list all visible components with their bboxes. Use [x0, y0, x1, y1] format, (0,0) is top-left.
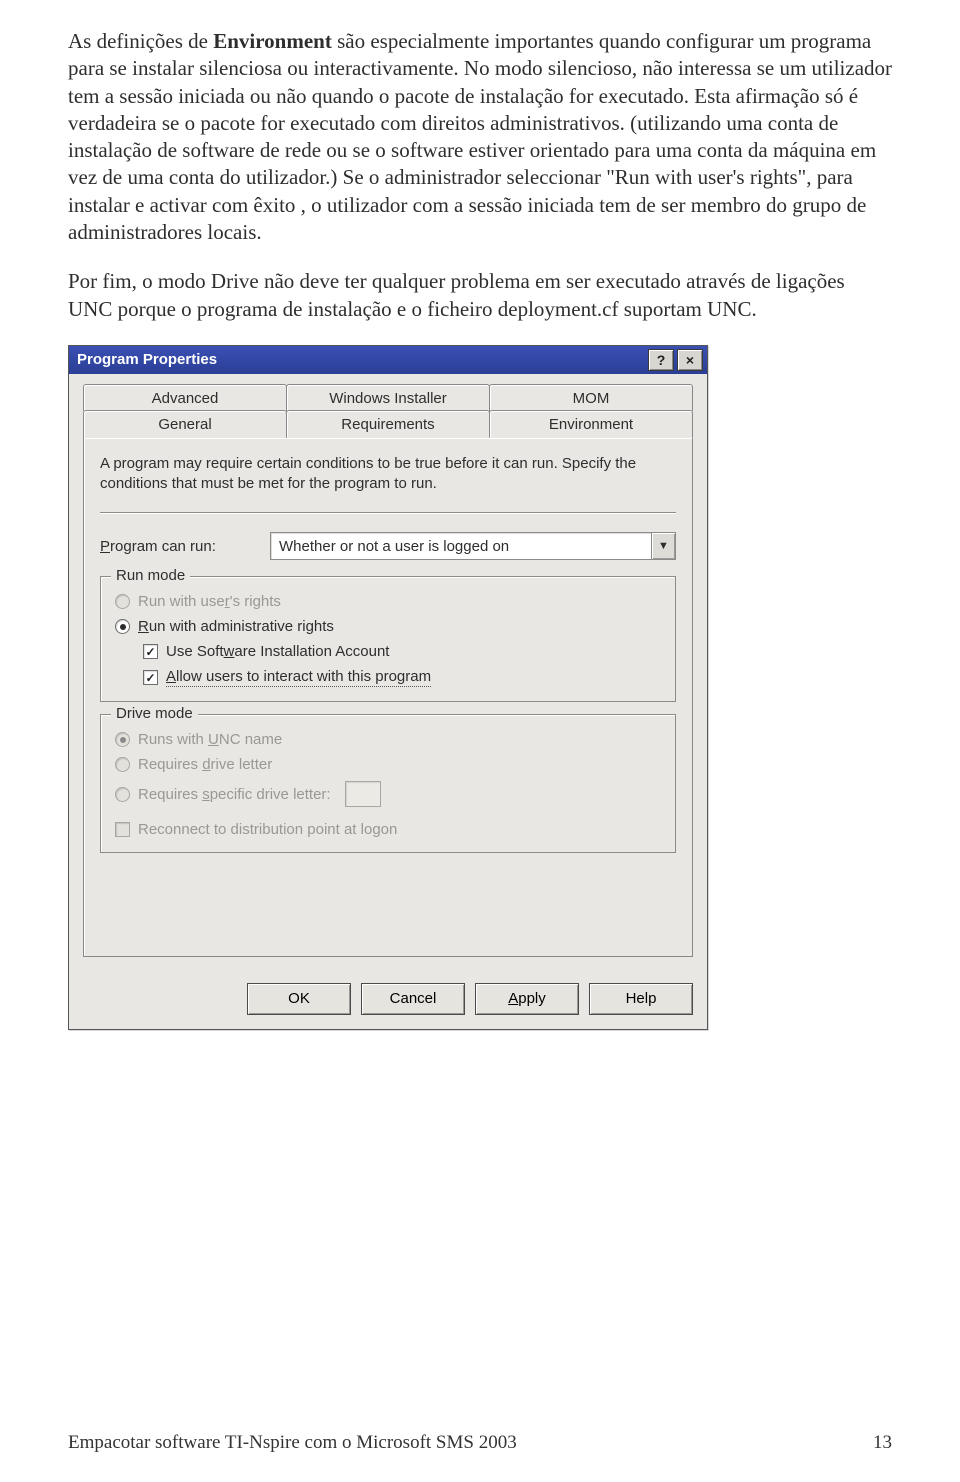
close-icon[interactable]: ×: [677, 349, 703, 371]
program-can-run-value: Whether or not a user is logged on: [271, 538, 651, 555]
radio-icon: [115, 732, 130, 747]
tab-mom[interactable]: MOM: [489, 384, 693, 411]
help-button[interactable]: Help: [589, 983, 693, 1015]
check-software-account-label: Use Software Installation Account: [166, 643, 389, 660]
paragraph-2: Por fim, o modo Drive não deve ter qualq…: [68, 268, 892, 323]
check-allow-interact-label: Allow users to interact with this progra…: [166, 668, 431, 687]
cancel-button[interactable]: Cancel: [361, 983, 465, 1015]
ok-button[interactable]: OK: [247, 983, 351, 1015]
radio-drive-letter-label: Requires drive letter: [138, 756, 272, 773]
tab-environment[interactable]: Environment: [489, 410, 693, 438]
run-mode-legend: Run mode: [111, 567, 190, 584]
para1-c: são especialmente importantes quando con…: [68, 29, 892, 244]
footer-page-number: 13: [873, 1432, 892, 1454]
checkbox-icon: [115, 822, 130, 837]
radio-admin-rights-label: Run with administrative rights: [138, 618, 334, 635]
radio-drive-letter: Requires drive letter: [115, 752, 661, 777]
tab-description: A program may require certain conditions…: [100, 454, 676, 495]
drive-mode-group: Drive mode Runs with UNC name Requires d…: [100, 714, 676, 853]
footer-left: Empacotar software TI-Nspire com o Micro…: [68, 1432, 517, 1454]
radio-user-rights: Run with user's rights: [115, 589, 661, 614]
radio-unc-label: Runs with UNC name: [138, 731, 282, 748]
run-mode-group: Run mode Run with user's rights Run with…: [100, 576, 676, 702]
check-reconnect-label: Reconnect to distribution point at logon: [138, 821, 397, 838]
drive-letter-input: [345, 781, 381, 807]
para1-bold: Environment: [213, 29, 332, 53]
checkbox-icon: ✓: [143, 670, 158, 685]
program-can-run-select[interactable]: Whether or not a user is logged on ▼: [270, 532, 676, 560]
dialog-title: Program Properties: [77, 351, 217, 368]
dropdown-icon[interactable]: ▼: [651, 533, 675, 559]
dialog-button-bar: OK Cancel Apply Help: [69, 971, 707, 1029]
tab-advanced[interactable]: Advanced: [83, 384, 287, 411]
check-allow-interact[interactable]: ✓ Allow users to interact with this prog…: [143, 664, 661, 691]
environment-tab-panel: A program may require certain conditions…: [83, 437, 693, 957]
paragraph-1: As definições de Environment são especia…: [68, 28, 892, 246]
radio-specific-letter-label: Requires specific drive letter:: [138, 786, 331, 803]
drive-mode-legend: Drive mode: [111, 705, 198, 722]
para1-a: As definições de: [68, 29, 213, 53]
check-software-account[interactable]: ✓ Use Software Installation Account: [143, 639, 661, 664]
radio-unc: Runs with UNC name: [115, 727, 661, 752]
separator: [100, 512, 676, 514]
apply-button[interactable]: Apply: [475, 983, 579, 1015]
tab-general[interactable]: General: [83, 410, 287, 438]
dialog-titlebar[interactable]: Program Properties ? ×: [69, 346, 707, 374]
page-footer: Empacotar software TI-Nspire com o Micro…: [68, 1432, 892, 1454]
radio-icon: [115, 757, 130, 772]
tab-requirements[interactable]: Requirements: [286, 410, 490, 438]
radio-icon: [115, 619, 130, 634]
program-can-run-row: Program can run: Whether or not a user i…: [100, 532, 676, 560]
help-icon[interactable]: ?: [648, 349, 674, 371]
checkbox-icon: ✓: [143, 644, 158, 659]
radio-specific-letter: Requires specific drive letter:: [115, 777, 661, 811]
program-can-run-label: Program can run:: [100, 538, 270, 555]
tab-windows-installer[interactable]: Windows Installer: [286, 384, 490, 411]
program-properties-dialog: Program Properties ? × Advanced Windows …: [68, 345, 708, 1030]
check-reconnect: Reconnect to distribution point at logon: [115, 817, 661, 842]
radio-admin-rights[interactable]: Run with administrative rights: [115, 614, 661, 639]
radio-user-rights-label: Run with user's rights: [138, 593, 281, 610]
radio-icon: [115, 787, 130, 802]
tab-strip: Advanced Windows Installer MOM General R…: [83, 384, 693, 438]
radio-icon: [115, 594, 130, 609]
